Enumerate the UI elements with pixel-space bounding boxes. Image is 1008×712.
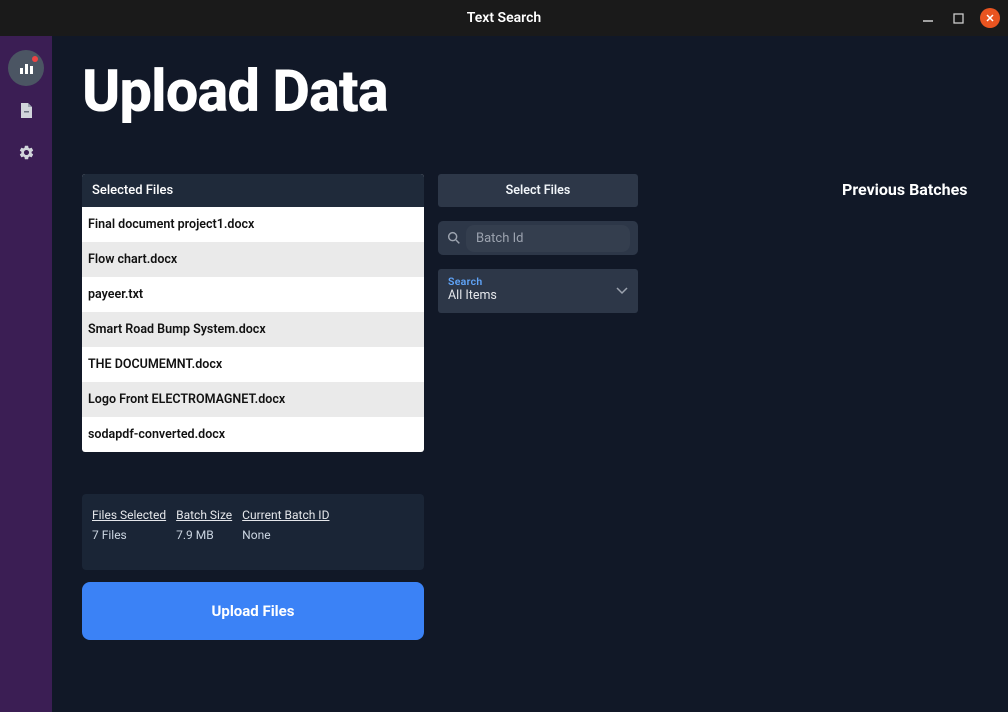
stat-label: Batch Size [176, 508, 232, 522]
sidebar-item-settings[interactable] [8, 134, 44, 170]
batch-id-input-wrap [438, 221, 638, 255]
stat-value: None [242, 528, 329, 542]
selected-files-header: Selected Files [82, 174, 424, 207]
column-middle: Select Files Search All Items [438, 174, 638, 640]
close-button[interactable] [980, 8, 1000, 28]
stat-label: Current Batch ID [242, 508, 329, 522]
column-left: Selected Files Final document project1.d… [82, 174, 424, 640]
file-row[interactable]: payeer.txt [82, 277, 424, 312]
page-title: Upload Data [82, 58, 978, 126]
titlebar: Text Search [0, 0, 1008, 36]
file-row[interactable]: Smart Road Bump System.docx [82, 312, 424, 347]
file-row[interactable]: Logo Front ELECTROMAGNET.docx [82, 382, 424, 417]
search-select-value: All Items [448, 288, 628, 303]
gear-icon [18, 144, 35, 161]
search-select-label: Search [448, 275, 628, 288]
file-row[interactable]: THE DOCUMEMNT.docx [82, 347, 424, 382]
sidebar [0, 36, 52, 712]
main-content: Upload Data Selected Files Final documen… [52, 36, 1008, 712]
notification-dot-icon [32, 56, 38, 62]
stat-value: 7 Files [92, 528, 166, 542]
upload-files-button[interactable]: Upload Files [82, 582, 424, 640]
sidebar-item-files[interactable] [8, 92, 44, 128]
file-icon [19, 102, 34, 119]
selected-files-panel: Selected Files Final document project1.d… [82, 174, 424, 452]
stat-current-batch-id: Current Batch ID None [242, 508, 329, 556]
minimize-button[interactable] [920, 10, 936, 26]
stat-label: Files Selected [92, 508, 166, 522]
select-files-button[interactable]: Select Files [438, 174, 638, 207]
search-icon [446, 230, 462, 246]
maximize-button[interactable] [950, 10, 966, 26]
stat-files-selected: Files Selected 7 Files [92, 508, 166, 556]
stat-batch-size: Batch Size 7.9 MB [176, 508, 232, 556]
stat-value: 7.9 MB [176, 528, 232, 542]
bar-chart-icon [18, 60, 34, 76]
chevron-down-icon [616, 287, 628, 295]
app-body: Upload Data Selected Files Final documen… [0, 36, 1008, 712]
file-row[interactable]: Final document project1.docx [82, 207, 424, 242]
file-row[interactable]: Flow chart.docx [82, 242, 424, 277]
batch-id-input[interactable] [466, 225, 630, 252]
file-list: Final document project1.docxFlow chart.d… [82, 207, 424, 452]
stats-box: Files Selected 7 Files Batch Size 7.9 MB… [82, 494, 424, 570]
search-select[interactable]: Search All Items [438, 269, 638, 313]
window-title: Text Search [467, 10, 541, 26]
window-controls [920, 8, 1000, 28]
content-row: Selected Files Final document project1.d… [82, 174, 978, 640]
file-row[interactable]: sodapdf-converted.docx [82, 417, 424, 452]
column-right: Previous Batches [652, 174, 978, 640]
previous-batches-header: Previous Batches [652, 174, 978, 199]
sidebar-item-dashboard[interactable] [8, 50, 44, 86]
